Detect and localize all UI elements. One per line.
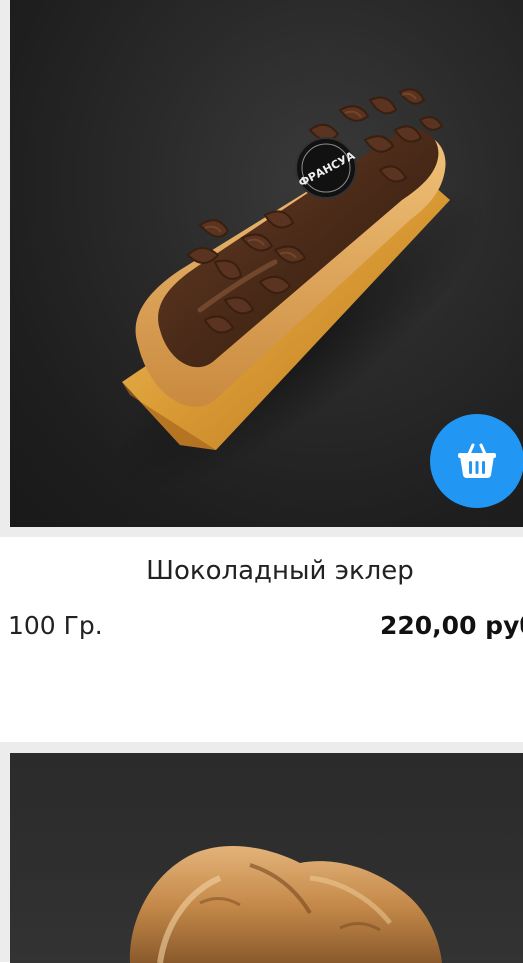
add-to-cart-button[interactable]	[430, 414, 523, 508]
bread-image	[129, 846, 442, 963]
product-price: 220,00 руб	[380, 611, 523, 640]
basket-icon	[458, 443, 496, 478]
product-title[interactable]: Шоколадный эклер	[0, 556, 523, 586]
product-image-bread[interactable]	[10, 753, 523, 963]
product-weight: 100 Гр.	[8, 611, 103, 640]
